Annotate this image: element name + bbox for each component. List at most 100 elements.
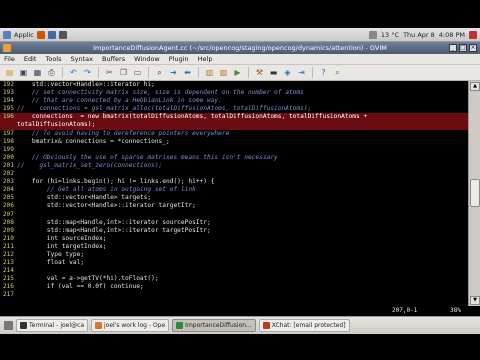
window-titlebar[interactable]: ImportanceDiffusionAgent.cc (~/src/openc… [0, 42, 480, 54]
taskbar-task[interactable]: ImportanceDiffusion... [172, 319, 256, 332]
cursor-position: 207,0-1 [392, 307, 418, 314]
code-line[interactable]: 192 std::vector<Handle>::iterator hi; [0, 81, 468, 89]
taskbar-task[interactable]: Terminal - joel@ca [16, 319, 89, 332]
applications-menu[interactable]: Applic [3, 30, 67, 39]
scroll-down-arrow-icon[interactable]: ▼ [470, 296, 480, 305]
scroll-up-arrow-icon[interactable]: ▲ [470, 82, 480, 91]
line-number: 210 [2, 234, 14, 242]
code-line[interactable]: 208 std::map<Handle,int>::iterator sourc… [0, 219, 468, 227]
menu-tools[interactable]: Tools [45, 55, 61, 63]
code-line[interactable]: 197 // To avoid having to dereference po… [0, 130, 468, 138]
find-help-icon[interactable]: ⌕ [332, 67, 343, 78]
code-line[interactable]: totalDiffusionAtoms); [0, 121, 468, 130]
code-line[interactable]: 213 float val; [0, 259, 468, 267]
code-text: // Get all atoms in outgoing set of link [17, 186, 196, 194]
code-line[interactable]: 215 val = a->getTV(*hi).toFloat(); [0, 275, 468, 283]
menu-help[interactable]: Help [198, 55, 213, 63]
code-line[interactable]: 193 // set connectivity matrix size, siz… [0, 89, 468, 97]
help-icon[interactable]: ? [318, 67, 329, 78]
menu-buffers[interactable]: Buffers [102, 55, 125, 63]
code-line[interactable]: 201// gsl_matrix_set_zero(connections); [0, 162, 468, 170]
code-line[interactable]: 195// connections = gsl_matrix_alloc(tot… [0, 105, 468, 113]
code-line[interactable]: 211 int targetIndex; [0, 243, 468, 251]
maximize-button[interactable]: □ [459, 44, 467, 52]
terminal-launcher-icon[interactable] [58, 30, 67, 39]
run-script-icon[interactable]: ▶ [232, 67, 243, 78]
code-line[interactable]: 203 for (hi=links.begin(); hi != links.e… [0, 178, 468, 186]
code-line[interactable]: 207 [0, 211, 468, 219]
date-text[interactable]: Thu Apr 8 [403, 31, 435, 39]
mail-launcher-icon[interactable] [47, 30, 56, 39]
code-line[interactable]: 202 [0, 170, 468, 178]
code-text: float val; [17, 259, 85, 267]
minimize-button[interactable]: _ [449, 44, 457, 52]
network-icon[interactable] [368, 30, 377, 39]
menu-window[interactable]: Window [134, 55, 160, 63]
code-line[interactable]: 205 std::vector<Handle> targets; [0, 194, 468, 202]
line-number: 209 [2, 226, 14, 234]
code-line[interactable]: 204 // Get all atoms in outgoing set of … [0, 186, 468, 194]
code-text: int sourceIndex; [17, 234, 107, 242]
weather-text[interactable]: 13 °C [381, 31, 399, 39]
gvim-app-icon[interactable] [3, 44, 11, 52]
task-app-icon [95, 322, 103, 329]
code-line[interactable]: 216 if (val == 0.0f) continue; [0, 283, 468, 291]
taskbar-task[interactable]: joel's work log - Ope [91, 319, 170, 332]
menu-edit[interactable]: Edit [24, 55, 37, 63]
firefox-launcher-icon[interactable] [36, 30, 45, 39]
line-number: 192 [2, 81, 14, 88]
task-label: joel's work log - Ope [104, 322, 166, 329]
code-line[interactable]: 209 std::map<Handle,int>::iterator targe… [0, 227, 468, 235]
save-all-icon[interactable]: ▦ [32, 67, 43, 78]
find-prev-icon[interactable]: ⬅ [182, 67, 193, 78]
load-session-icon[interactable]: ▥ [204, 67, 215, 78]
shell-icon[interactable]: ▬ [268, 67, 279, 78]
save-icon[interactable]: ▣ [18, 67, 29, 78]
code-line[interactable]: 206 std::vector<Handle>::iterator target… [0, 202, 468, 210]
code-editor[interactable]: 192 std::vector<Handle>::iterator hi; 193… [0, 81, 468, 306]
find-icon[interactable]: ⌕ [154, 67, 165, 78]
undo-icon[interactable]: ↶ [68, 67, 79, 78]
scrollbar-thumb[interactable] [470, 179, 480, 207]
save-session-icon[interactable]: ▧ [218, 67, 229, 78]
redo-icon[interactable]: ↷ [82, 67, 93, 78]
window-title: ImportanceDiffusionAgent.cc (~/src/openc… [93, 44, 387, 52]
clock-text[interactable]: 4:08 PM [439, 31, 465, 39]
vertical-scrollbar[interactable]: ▲ ▼ [468, 81, 480, 306]
code-line[interactable]: 199 [0, 146, 468, 154]
tag-jump-icon[interactable]: ⇥ [296, 67, 307, 78]
shutdown-icon[interactable] [469, 30, 477, 39]
code-line[interactable]: 212 Type type; [0, 251, 468, 259]
code-line[interactable]: 198 bmatrix& connections = *connections_… [0, 138, 468, 146]
paste-icon[interactable]: ▭ [132, 67, 143, 78]
show-desktop-icon[interactable] [4, 321, 13, 330]
code-line[interactable]: 217 [0, 291, 468, 299]
run-ctags-icon[interactable]: ◈ [282, 67, 293, 78]
copy-icon[interactable]: ❐ [118, 67, 129, 78]
code-line[interactable]: 196 connections = new bmatrix(totalDiffu… [0, 113, 468, 122]
menu-syntax[interactable]: Syntax [71, 55, 93, 63]
code-text: // Obviously the use of sparse matrixes … [17, 153, 278, 161]
make-icon[interactable]: ⚒ [254, 67, 265, 78]
toolbar-separator [148, 67, 149, 78]
line-number: 211 [2, 242, 14, 250]
code-line[interactable]: 200 // Obviously the use of sparse matri… [0, 154, 468, 162]
print-icon[interactable]: ⎙ [46, 67, 57, 78]
code-line[interactable]: 210 int sourceIndex; [0, 235, 468, 243]
task-label: XChat: [email protected] [271, 322, 346, 329]
close-button[interactable]: × [469, 44, 477, 52]
cut-icon[interactable]: ✂ [104, 67, 115, 78]
code-text: totalDiffusionAtoms); [17, 121, 96, 129]
line-number: 200 [2, 153, 14, 161]
code-text: if (val == 0.0f) continue; [17, 283, 144, 291]
line-number: 216 [2, 283, 14, 291]
find-next-icon[interactable]: ➔ [168, 67, 179, 78]
menu-plugin[interactable]: Plugin [169, 55, 189, 63]
open-icon[interactable]: ▤ [4, 67, 15, 78]
code-text: // gsl_matrix_set_zero(connections); [17, 161, 163, 169]
code-text: std::vector<Handle>::iterator hi; [17, 81, 155, 88]
taskbar-task[interactable]: XChat: [email protected] [258, 319, 350, 332]
code-line[interactable]: 214 [0, 267, 468, 275]
line-number: 194 [2, 97, 14, 105]
menu-file[interactable]: File [4, 55, 15, 63]
